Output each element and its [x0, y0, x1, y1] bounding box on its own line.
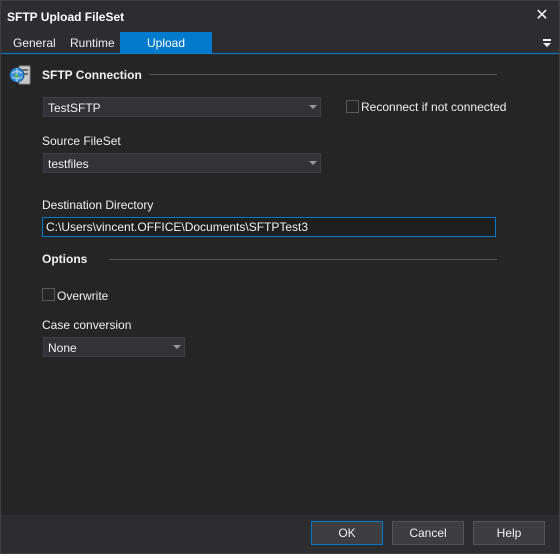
reconnect-label: Reconnect if not connected	[361, 100, 507, 114]
tab-strip: General Runtime Upload Options	[1, 32, 559, 72]
case-conversion-value: None	[48, 341, 77, 355]
tab-general[interactable]: General	[7, 32, 62, 54]
overwrite-label: Overwrite	[57, 289, 109, 303]
connection-combo[interactable]: TestSFTP	[43, 97, 321, 117]
dialog-window: SFTP Upload FileSet ✕ General Runtime Up…	[0, 0, 560, 554]
tab-runtime[interactable]: Runtime	[64, 32, 121, 54]
close-icon[interactable]: ✕	[533, 7, 551, 25]
options-panel	[1, 55, 559, 515]
destination-directory-label: Destination Directory	[42, 198, 154, 212]
tab-menu-icon[interactable]	[541, 36, 553, 50]
sftp-connection-icon	[9, 65, 31, 85]
destination-directory-input[interactable]	[42, 217, 496, 237]
window-title: SFTP Upload FileSet	[7, 10, 125, 24]
overwrite-checkbox[interactable]	[42, 288, 55, 301]
chevron-down-icon	[304, 154, 320, 172]
chevron-down-icon	[304, 98, 320, 116]
chevron-down-icon	[168, 338, 184, 356]
source-fileset-label: Source FileSet	[42, 134, 121, 148]
cancel-button[interactable]: Cancel	[392, 521, 464, 545]
options-heading: Options	[42, 252, 88, 266]
ok-button[interactable]: OK	[311, 521, 383, 545]
section-divider	[149, 74, 497, 75]
reconnect-checkbox[interactable]	[346, 100, 359, 113]
source-fileset-value: testfiles	[48, 157, 89, 171]
connection-value: TestSFTP	[48, 101, 101, 115]
case-conversion-label: Case conversion	[42, 318, 132, 332]
sftp-connection-heading: SFTP Connection	[42, 68, 142, 82]
help-button[interactable]: Help	[473, 521, 545, 545]
case-conversion-combo[interactable]: None	[43, 337, 185, 357]
title-bar: SFTP Upload FileSet ✕	[1, 1, 559, 32]
source-fileset-combo[interactable]: testfiles	[43, 153, 321, 173]
section-divider	[109, 259, 497, 260]
tab-upload-options[interactable]: Upload Options	[120, 32, 212, 72]
